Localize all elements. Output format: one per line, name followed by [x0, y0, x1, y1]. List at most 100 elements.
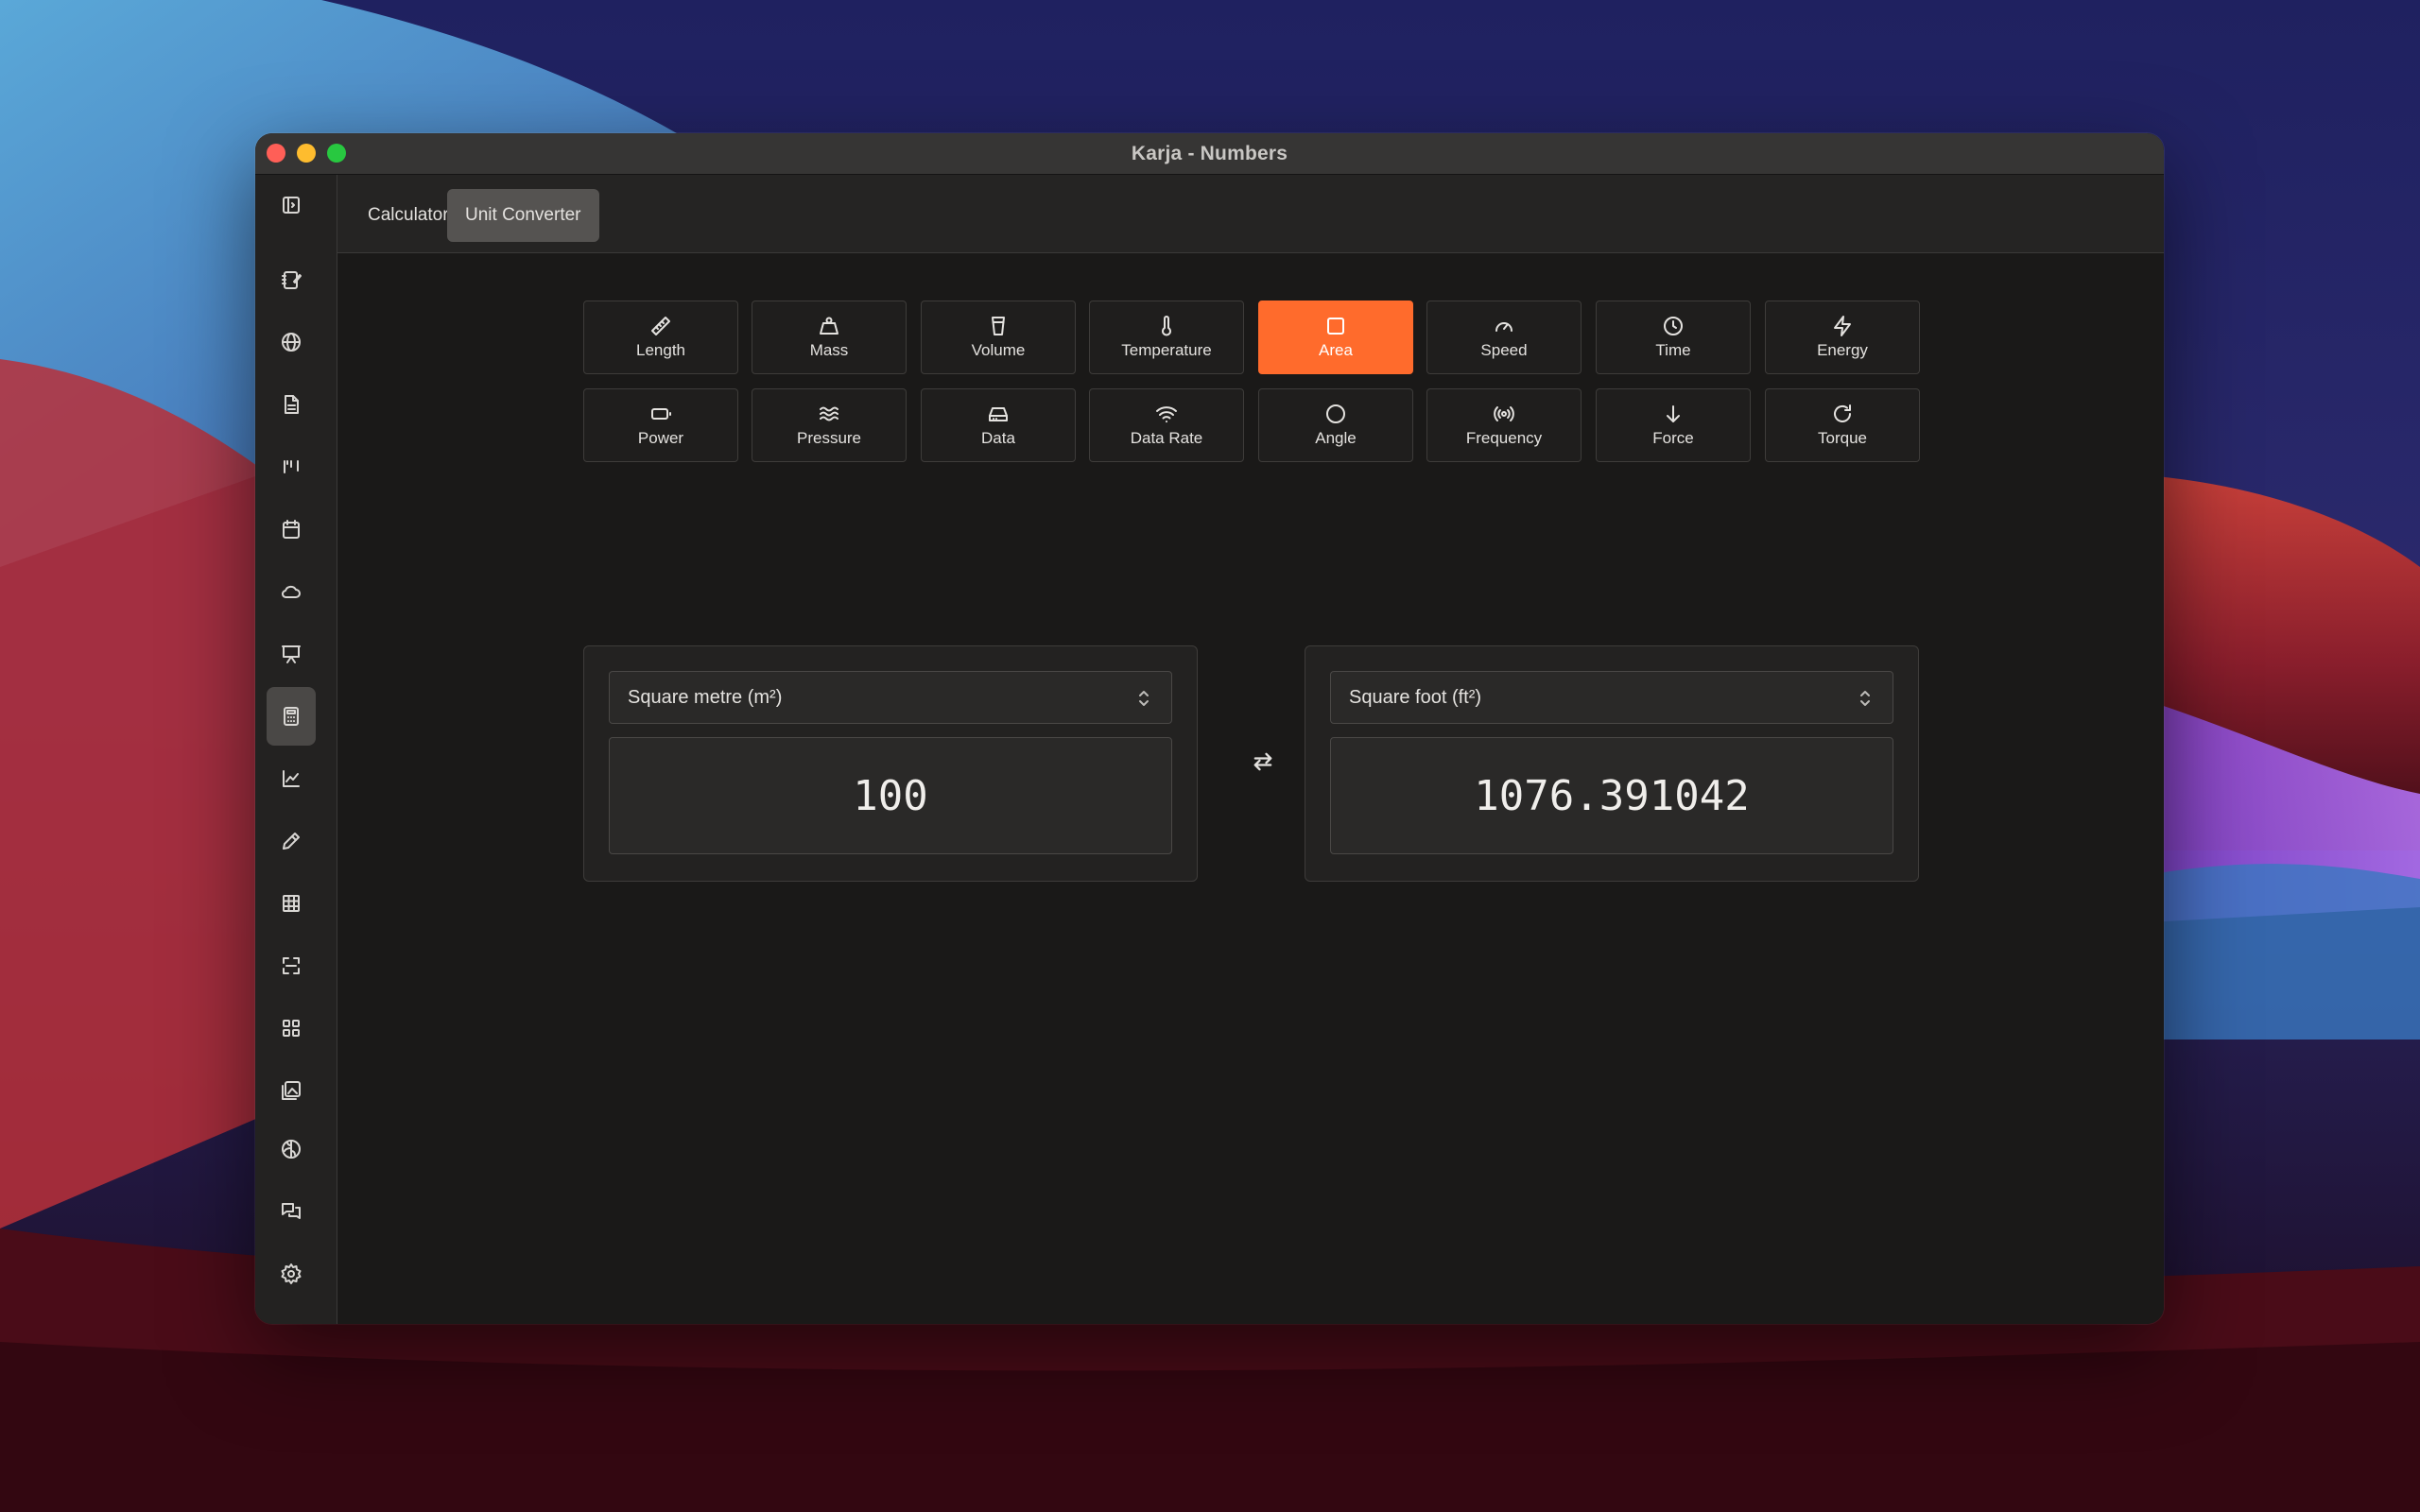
from-value-input[interactable]: 100	[609, 737, 1172, 854]
sidebar-item-notes[interactable]	[267, 250, 316, 309]
category-label: Frequency	[1465, 429, 1543, 447]
cup-icon	[992, 317, 1005, 335]
chevron-up-down-icon	[1137, 687, 1150, 710]
category-mass-button[interactable]: Mass	[752, 301, 907, 374]
minimize-window-button[interactable]	[297, 144, 316, 163]
category-pressure-button[interactable]: Pressure	[752, 388, 907, 462]
to-unit-label: Square foot (ft²)	[1349, 686, 1482, 708]
category-power-button[interactable]: Power	[583, 388, 738, 462]
sidebar-toggle-button[interactable]	[267, 176, 316, 234]
battery-icon	[651, 408, 671, 420]
swap-arrows-icon	[1253, 752, 1272, 771]
scan-icon	[283, 957, 300, 974]
category-data-button[interactable]: Data	[921, 388, 1076, 462]
sidebar	[255, 175, 337, 1324]
category-length-button[interactable]: Length	[583, 301, 738, 374]
rotate-icon	[1834, 404, 1851, 422]
category-label: Length	[636, 341, 685, 359]
chevron-up-down-icon	[1858, 687, 1872, 710]
calculator-icon	[284, 707, 299, 726]
title-bar: Karja - Numbers	[255, 133, 2164, 175]
category-label: Time	[1655, 341, 1691, 359]
category-label: Torque	[1818, 429, 1867, 447]
category-label: Energy	[1817, 341, 1868, 359]
category-frequency-button[interactable]: Frequency	[1426, 388, 1582, 462]
category-temperature-button[interactable]: Temperature	[1089, 301, 1244, 374]
category-torque-button[interactable]: Torque	[1765, 388, 1920, 462]
category-energy-button[interactable]: Energy	[1765, 301, 1920, 374]
sidebar-item-ai[interactable]	[267, 1120, 316, 1178]
category-label: Speed	[1480, 341, 1528, 359]
sidebar-item-apps[interactable]	[267, 999, 316, 1057]
sidebar-item-scanner[interactable]	[267, 936, 316, 995]
sidebar-toggle-icon	[283, 197, 300, 214]
category-volume-button[interactable]: Volume	[921, 301, 1076, 374]
arrow-down-icon	[1667, 405, 1680, 422]
to-unit-select[interactable]: Square foot (ft²)	[1330, 671, 1893, 724]
clock-icon	[1664, 317, 1683, 335]
sidebar-item-draw[interactable]	[267, 812, 316, 870]
calendar-icon	[283, 520, 300, 539]
category-data-rate-button[interactable]: Data Rate	[1089, 388, 1244, 462]
from-unit-label: Square metre (m²)	[628, 686, 783, 708]
lightning-icon	[1834, 316, 1851, 336]
chat-icon	[282, 1203, 301, 1219]
category-speed-button[interactable]: Speed	[1426, 301, 1582, 374]
weight-icon	[820, 317, 838, 335]
gauge-icon	[1495, 322, 1512, 332]
kanban-icon	[284, 460, 299, 473]
window-title: Karja - Numbers	[1131, 142, 1288, 164]
settings-icon	[281, 1263, 302, 1284]
category-time-button[interactable]: Time	[1596, 301, 1751, 374]
sidebar-item-gallery[interactable]	[267, 1061, 316, 1120]
brain-icon	[282, 1140, 301, 1159]
category-label: Angle	[1315, 429, 1357, 447]
sidebar-item-presentations[interactable]	[267, 625, 316, 683]
window-controls	[267, 144, 346, 163]
sidebar-item-documents[interactable]	[267, 375, 316, 434]
table-icon	[283, 895, 300, 912]
thermometer-icon	[1162, 316, 1171, 336]
to-unit-panel: Square foot (ft²) 1076.391042	[1305, 645, 1919, 882]
sidebar-item-browser[interactable]	[267, 313, 316, 371]
from-unit-select[interactable]: Square metre (m²)	[609, 671, 1172, 724]
chart-icon	[283, 770, 300, 787]
sidebar-item-numbers[interactable]	[267, 687, 316, 746]
category-label: Temperature	[1121, 341, 1212, 359]
category-force-button[interactable]: Force	[1596, 388, 1751, 462]
sidebar-item-charts[interactable]	[267, 749, 316, 808]
sidebar-item-spreadsheets[interactable]	[267, 874, 316, 933]
swap-units-button[interactable]	[1246, 745, 1280, 779]
sidebar-item-weather[interactable]	[267, 562, 316, 621]
tab-unit-converter[interactable]: Unit Converter	[447, 189, 599, 242]
ruler-icon	[651, 317, 670, 335]
close-window-button[interactable]	[267, 144, 285, 163]
category-area-button[interactable]: Area	[1258, 301, 1413, 374]
pencil-icon	[283, 833, 300, 850]
notes-icon	[282, 271, 302, 289]
to-value-output[interactable]: 1076.391042	[1330, 737, 1893, 854]
apps-grid-icon	[283, 1020, 300, 1037]
category-label: Data Rate	[1130, 429, 1203, 447]
circle-icon	[1326, 404, 1345, 423]
converter-content: Length Mass Volume Temperature Area Spee…	[337, 253, 2164, 1324]
sidebar-item-calendar[interactable]	[267, 500, 316, 558]
hard-drive-icon	[989, 407, 1008, 421]
sidebar-item-settings[interactable]	[267, 1245, 316, 1303]
category-label: Pressure	[796, 429, 862, 447]
category-label: Volume	[971, 341, 1026, 359]
sidebar-item-kanban[interactable]	[267, 438, 316, 496]
category-label: Force	[1652, 429, 1694, 447]
app-window: Karja - Numbers Calculator Unit Converte…	[255, 133, 2164, 1324]
presentation-icon	[282, 645, 301, 663]
category-angle-button[interactable]: Angle	[1258, 388, 1413, 462]
category-label: Power	[637, 429, 684, 447]
sidebar-item-chat[interactable]	[267, 1182, 316, 1241]
mode-tab-bar: Calculator Unit Converter	[337, 175, 2164, 253]
document-icon	[285, 395, 299, 414]
category-label: Area	[1319, 341, 1353, 359]
radio-waves-icon	[1494, 406, 1514, 421]
maximize-window-button[interactable]	[327, 144, 346, 163]
from-unit-panel: Square metre (m²) 100	[583, 645, 1198, 882]
globe-icon	[282, 333, 301, 352]
